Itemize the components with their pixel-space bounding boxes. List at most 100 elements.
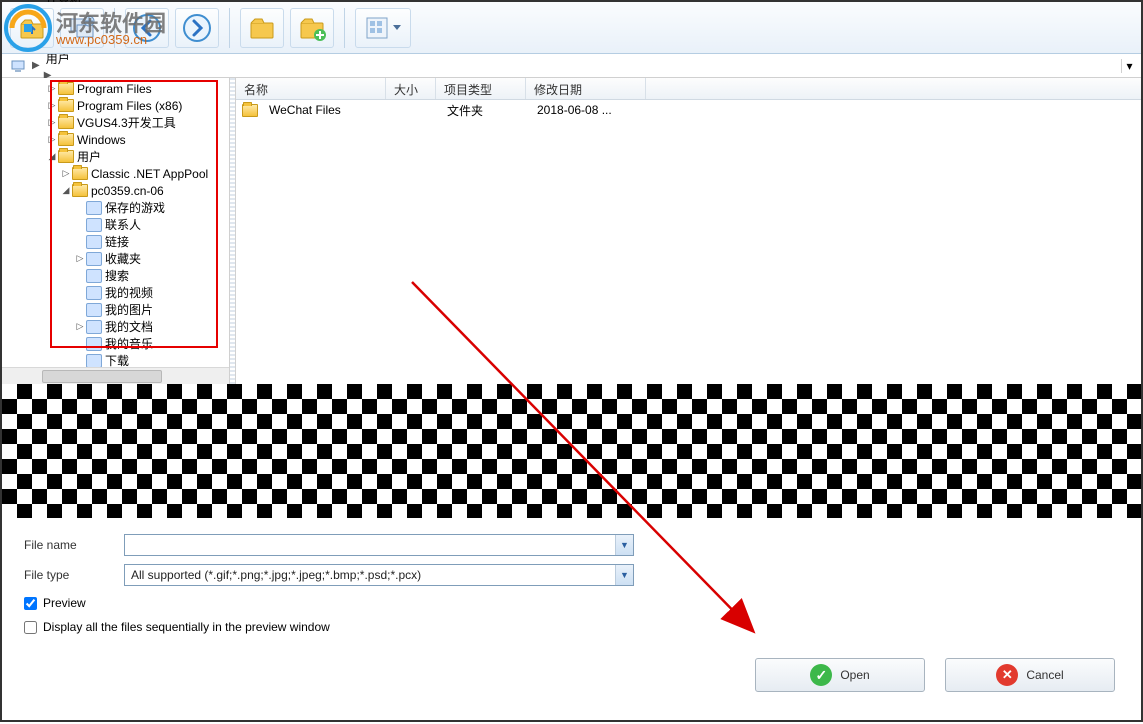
tree-node-label: 下载	[105, 352, 129, 367]
tree-node[interactable]: ▷ VGUS4.3开发工具	[4, 114, 229, 131]
file-list-body: WeChat Files 文件夹2018-06-08 ...	[236, 100, 1141, 384]
new-folder-button[interactable]	[290, 8, 334, 48]
folder-icon	[58, 133, 74, 146]
sequential-checkbox[interactable]	[24, 621, 37, 634]
forward-arrow-icon	[182, 13, 212, 43]
column-header-date[interactable]: 修改日期	[526, 78, 646, 99]
expand-icon[interactable]: ▷	[46, 100, 58, 111]
expand-icon[interactable]: ▷	[46, 117, 58, 128]
tree-node-label: Program Files	[77, 82, 152, 96]
cancel-button-label: Cancel	[1026, 668, 1063, 682]
tree-node[interactable]: 我的音乐	[4, 335, 229, 352]
tree-node[interactable]: 联系人	[4, 216, 229, 233]
back-arrow-icon	[132, 13, 162, 43]
cancel-button[interactable]: Cancel	[945, 658, 1115, 692]
breadcrumb-bar: ▶ 计算机▶WIN7 (C:)▶用户▶pc0359.cn-06▶我的文档▶ ▾	[2, 54, 1141, 78]
item-icon	[86, 269, 102, 283]
sequential-checkbox-label[interactable]: Display all the files sequentially in th…	[43, 620, 330, 634]
collapse-icon[interactable]: ◢	[60, 185, 72, 196]
tree-node-label: VGUS4.3开发工具	[77, 114, 176, 131]
folder-icon	[242, 104, 258, 117]
tree-node-label: 链接	[105, 233, 129, 250]
item-icon	[86, 303, 102, 317]
dialog-bottom-panel: File name ▼ File type All supported (*.g…	[2, 518, 1141, 702]
expand-icon[interactable]: ▷	[46, 83, 58, 94]
cell-type: 文件夹	[439, 102, 529, 119]
nav-forward-button[interactable]	[175, 8, 219, 48]
tree-node[interactable]: 下载	[4, 352, 229, 367]
tree-node[interactable]: 链接	[4, 233, 229, 250]
tree-node[interactable]: ▷ Program Files	[4, 80, 229, 97]
cell-date: 2018-06-08 ...	[529, 103, 649, 117]
tree-node-label: Program Files (x86)	[77, 99, 182, 113]
folder-icon	[72, 184, 88, 197]
view-options-button[interactable]	[355, 8, 411, 48]
tree-horizontal-scrollbar[interactable]	[2, 367, 229, 384]
cross-circle-icon	[996, 664, 1018, 686]
folder-icon	[58, 82, 74, 95]
check-circle-icon	[810, 664, 832, 686]
cell-name: WeChat Files	[261, 103, 389, 117]
up-folder-button[interactable]	[10, 8, 54, 48]
column-header-size[interactable]: 大小	[386, 78, 436, 99]
breadcrumb-dropdown[interactable]: ▾	[1121, 59, 1137, 73]
item-icon	[86, 286, 102, 300]
filetype-combo[interactable]: All supported (*.gif;*.png;*.jpg;*.jpeg;…	[124, 564, 634, 586]
filename-dropdown-button[interactable]: ▼	[615, 535, 633, 555]
preview-checkbox[interactable]	[24, 597, 37, 610]
tree-node[interactable]: ◢用户	[4, 148, 229, 165]
filename-input[interactable]	[125, 535, 615, 555]
breadcrumb-root-icon[interactable]	[6, 58, 30, 74]
expand-icon[interactable]: ▷	[46, 134, 58, 145]
file-list-header: 名称大小项目类型修改日期	[236, 78, 1141, 100]
open-folder-button[interactable]	[240, 8, 284, 48]
filetype-dropdown-button[interactable]: ▼	[615, 565, 633, 585]
tree-node[interactable]: ▷Classic .NET AppPool	[4, 165, 229, 182]
preview-checkbox-label[interactable]: Preview	[43, 596, 86, 610]
tree-node-label: 联系人	[105, 216, 141, 233]
tree-node[interactable]: ▷ Program Files (x86)	[4, 97, 229, 114]
column-header-type[interactable]: 项目类型	[436, 78, 526, 99]
new-window-button[interactable]	[60, 8, 104, 48]
collapse-icon[interactable]: ◢	[46, 151, 58, 162]
tree-node-label: 我的文档	[105, 318, 153, 335]
computer-icon	[10, 58, 26, 74]
item-icon	[86, 320, 102, 334]
folder-icon	[58, 99, 74, 112]
expand-icon[interactable]: ▷	[60, 168, 72, 179]
folder-icon	[72, 167, 88, 180]
tree-node-label: Windows	[77, 133, 126, 147]
filetype-value: All supported (*.gif;*.png;*.jpg;*.jpeg;…	[125, 565, 615, 585]
tree-node-label: 我的视频	[105, 284, 153, 301]
tree-node[interactable]: ▷ 我的文档	[4, 318, 229, 335]
file-list-panel: 名称大小项目类型修改日期 WeChat Files 文件夹2018-06-08 .…	[236, 78, 1141, 384]
preview-checkerboard	[2, 384, 1141, 518]
open-button[interactable]: Open	[755, 658, 925, 692]
new-folder-icon	[298, 14, 326, 42]
tree-node-label: 我的图片	[105, 301, 153, 318]
tree-node[interactable]: 我的图片	[4, 301, 229, 318]
expand-icon[interactable]: ▷	[74, 321, 86, 332]
tree-node[interactable]: 搜索	[4, 267, 229, 284]
chevron-right-icon: ▶	[32, 60, 40, 71]
tree-node[interactable]: ▷收藏夹	[4, 250, 229, 267]
tree-node-label: 保存的游戏	[105, 199, 165, 216]
tree-node-label: 我的音乐	[105, 335, 153, 352]
folder-icon	[248, 14, 276, 42]
nav-back-button[interactable]	[125, 8, 169, 48]
expand-icon[interactable]: ▷	[74, 253, 86, 264]
open-button-label: Open	[840, 668, 869, 682]
item-icon	[86, 337, 102, 351]
filetype-label: File type	[24, 568, 124, 582]
tree-node[interactable]: ▷ Windows	[4, 131, 229, 148]
item-icon	[86, 354, 102, 368]
up-folder-icon	[18, 14, 46, 42]
tree-node[interactable]: ◢pc0359.cn-06	[4, 182, 229, 199]
filename-combo[interactable]: ▼	[124, 534, 634, 556]
list-item[interactable]: WeChat Files 文件夹2018-06-08 ...	[236, 100, 1141, 120]
folder-icon	[58, 150, 74, 163]
tree-node[interactable]: 我的视频	[4, 284, 229, 301]
column-header-name[interactable]: 名称	[236, 78, 386, 99]
tree-node[interactable]: 保存的游戏	[4, 199, 229, 216]
folder-icon	[58, 116, 74, 129]
